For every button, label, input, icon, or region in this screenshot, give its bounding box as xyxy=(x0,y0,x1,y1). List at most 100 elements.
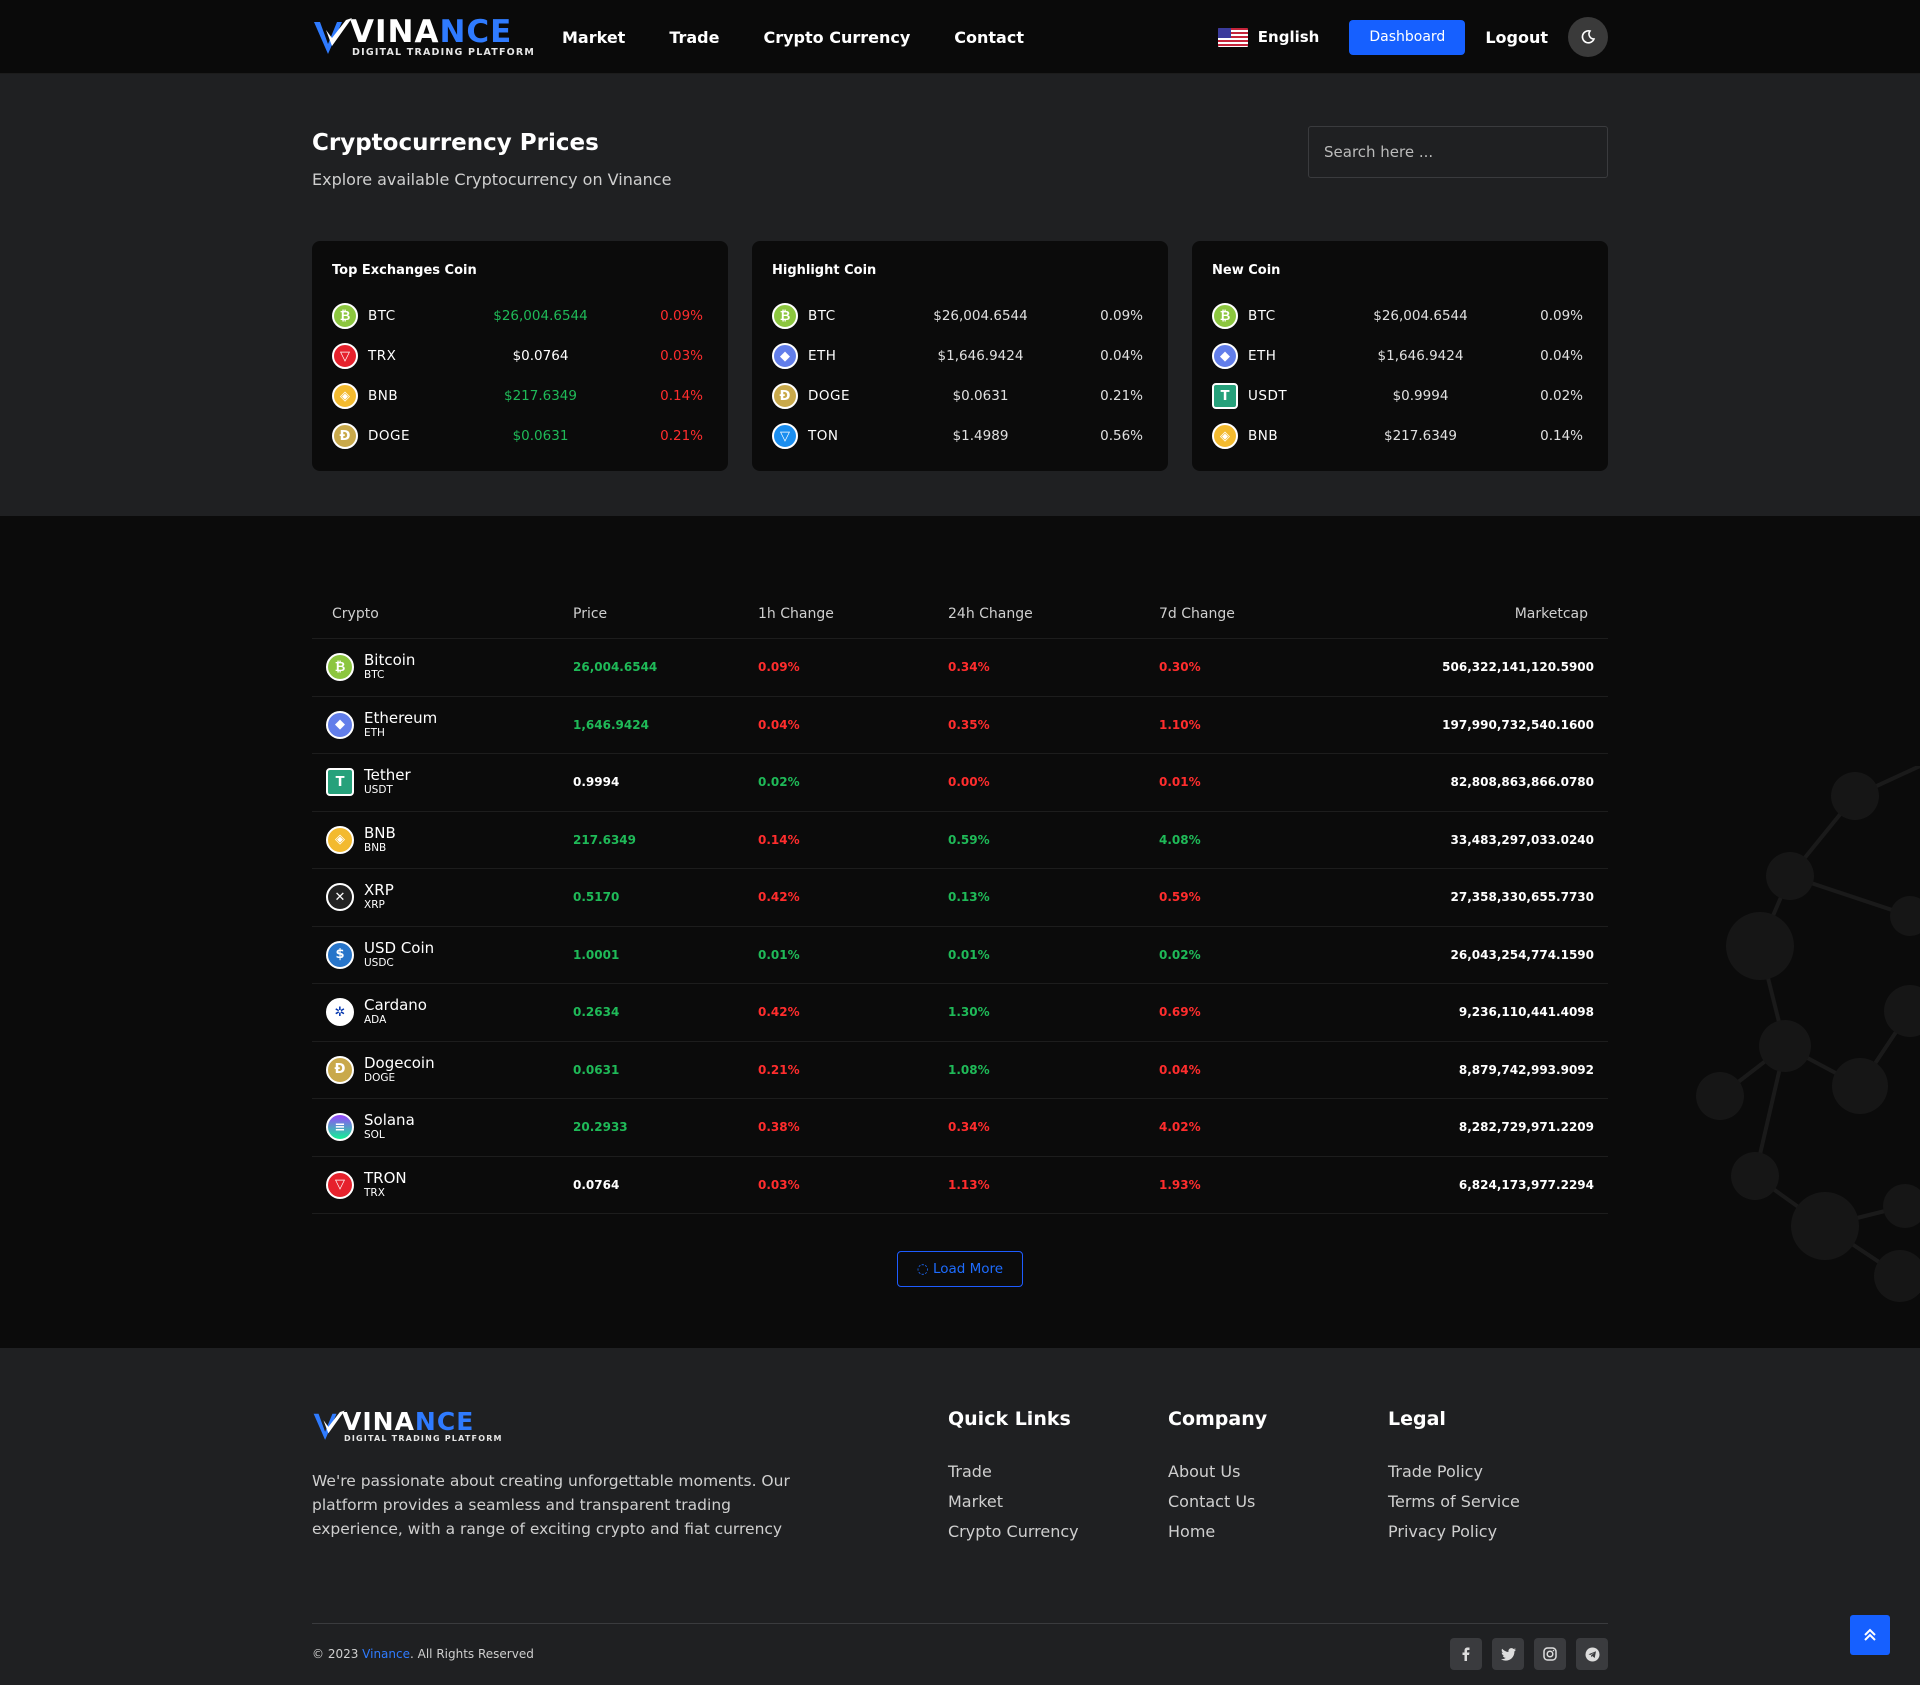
load-more-label: Load More xyxy=(932,1261,1004,1277)
coin-name: USD Coin xyxy=(364,938,435,957)
row-marketcap: 6,824,173,977.2294 xyxy=(1458,1177,1594,1192)
btc-coin-icon: ₿ xyxy=(772,303,798,329)
coin-symbol: BTC xyxy=(1248,308,1276,324)
bnb-coin-icon: ◈ xyxy=(332,383,358,409)
footer-column-title: Legal xyxy=(1388,1408,1446,1430)
load-more-button[interactable]: ◌ Load More xyxy=(896,1251,1024,1287)
card-coin-row[interactable]: ₿ BTC $26,004.6544 0.09% xyxy=(1212,296,1583,336)
footer-link[interactable]: Terms of Service xyxy=(1388,1492,1608,1511)
footer-link[interactable]: Contact Us xyxy=(1168,1492,1388,1511)
row-7d-change: 0.59% xyxy=(1159,890,1201,905)
copyright-brand-link[interactable]: Vinance xyxy=(362,1647,410,1661)
table-row[interactable]: ▽ TRON TRX 0.0764 0.03% 1.13% 1.93% 6,82… xyxy=(312,1157,1608,1214)
theme-toggle-button[interactable] xyxy=(1568,17,1608,57)
table-row[interactable]: ◆ Ethereum ETH 1,646.9424 0.04% 0.35% 1.… xyxy=(312,697,1608,754)
coin-change: 0.09% xyxy=(1540,308,1583,324)
logout-link[interactable]: Logout xyxy=(1485,28,1548,47)
facebook-icon xyxy=(1462,1647,1470,1661)
copyright-prefix: © 2023 xyxy=(312,1647,363,1661)
coin-symbol: ETH xyxy=(1248,348,1277,364)
card-coin-row[interactable]: ◆ ETH $1,646.9424 0.04% xyxy=(772,336,1143,376)
coin-change: 0.03% xyxy=(660,348,703,364)
footer: VINANCE DIGITAL TRADING PLATFORM We're p… xyxy=(0,1348,1920,1685)
coin-abbr: DOGE xyxy=(364,1071,396,1084)
nav-contact[interactable]: Contact xyxy=(954,28,1024,47)
top-navbar: VINANCE DIGITAL TRADING PLATFORM Market … xyxy=(0,0,1920,74)
footer-link[interactable]: About Us xyxy=(1168,1462,1388,1481)
coin-name: TRON xyxy=(364,1168,407,1187)
instagram-icon xyxy=(1543,1647,1557,1661)
double-chevron-up-icon xyxy=(1864,1628,1876,1641)
nav-trade[interactable]: Trade xyxy=(669,28,719,47)
row-marketcap: 8,282,729,971.2209 xyxy=(1458,1120,1594,1135)
row-1h-change: 0.01% xyxy=(758,947,800,962)
footer-link[interactable]: Privacy Policy xyxy=(1388,1522,1608,1541)
row-price: 0.5170 xyxy=(573,890,620,905)
card-coin-row[interactable]: Ð DOGE $0.0631 0.21% xyxy=(772,376,1143,416)
twitter-link[interactable] xyxy=(1492,1638,1524,1670)
table-row[interactable]: T Tether USDT 0.9994 0.02% 0.00% 0.01% 8… xyxy=(312,754,1608,812)
page-title: Cryptocurrency Prices xyxy=(312,130,599,156)
footer-column-title: Quick Links xyxy=(948,1408,1071,1430)
coin-price: $0.0631 xyxy=(952,388,1009,404)
footer-link[interactable]: Home xyxy=(1168,1522,1388,1541)
row-price: 0.0764 xyxy=(573,1177,620,1192)
telegram-link[interactable] xyxy=(1576,1638,1608,1670)
table-row[interactable]: ✕ XRP XRP 0.5170 0.42% 0.13% 0.59% 27,35… xyxy=(312,869,1608,927)
coin-symbol: TON xyxy=(808,428,839,444)
row-1h-change: 0.14% xyxy=(758,832,800,847)
footer-link[interactable]: Crypto Currency xyxy=(948,1522,1168,1541)
coin-symbol: USDT xyxy=(1248,388,1288,404)
footer-link[interactable]: Trade Policy xyxy=(1388,1462,1608,1481)
coin-card: Top Exchanges Coin ₿ BTC $26,004.6544 0.… xyxy=(312,241,728,471)
card-coin-row[interactable]: ▽ TON $1.4989 0.56% xyxy=(772,416,1143,456)
card-coin-row[interactable]: T USDT $0.9994 0.02% xyxy=(1212,376,1583,416)
brand-logo[interactable]: VINANCE DIGITAL TRADING PLATFORM xyxy=(312,16,562,58)
footer-link[interactable]: Trade xyxy=(948,1462,1168,1481)
row-price: 1.0001 xyxy=(573,947,620,962)
doge-coin-icon: Ð xyxy=(326,1055,354,1084)
scroll-to-top-button[interactable] xyxy=(1850,1615,1890,1655)
facebook-link[interactable] xyxy=(1450,1638,1482,1670)
card-coin-row[interactable]: ◈ BNB $217.6349 0.14% xyxy=(332,376,703,416)
table-row[interactable]: ≡ Solana SOL 20.2933 0.38% 0.34% 4.02% 8… xyxy=(312,1099,1608,1157)
card-coin-row[interactable]: ▽ TRX $0.0764 0.03% xyxy=(332,336,703,376)
row-24h-change: 0.34% xyxy=(948,1120,990,1135)
footer-logo[interactable]: VINANCE DIGITAL TRADING PLATFORM xyxy=(312,1408,562,1444)
coin-symbol: BNB xyxy=(1248,428,1279,444)
table-row[interactable]: ◈ BNB BNB 217.6349 0.14% 0.59% 4.08% 33,… xyxy=(312,812,1608,869)
coin-change: 0.14% xyxy=(660,388,703,404)
coin-abbr: USDT xyxy=(364,784,393,797)
card-coin-row[interactable]: ◈ BNB $217.6349 0.14% xyxy=(1212,416,1583,456)
instagram-link[interactable] xyxy=(1534,1638,1566,1670)
row-1h-change: 0.42% xyxy=(758,890,800,905)
molecule-decoration-icon xyxy=(1696,766,1920,1302)
btc-coin-icon: ₿ xyxy=(1212,303,1238,329)
table-row[interactable]: Ð Dogecoin DOGE 0.0631 0.21% 1.08% 0.04%… xyxy=(312,1042,1608,1099)
doge-coin-icon: Ð xyxy=(332,423,358,449)
card-coin-row[interactable]: ₿ BTC $26,004.6544 0.09% xyxy=(772,296,1143,336)
row-1h-change: 0.21% xyxy=(758,1062,800,1077)
card-coin-row[interactable]: ◆ ETH $1,646.9424 0.04% xyxy=(1212,336,1583,376)
row-price: 26,004.6544 xyxy=(573,660,658,675)
table-row[interactable]: $ USD Coin USDC 1.0001 0.01% 0.01% 0.02%… xyxy=(312,927,1608,984)
nav-market[interactable]: Market xyxy=(562,28,625,47)
row-marketcap: 33,483,297,033.0240 xyxy=(1450,832,1594,847)
table-row[interactable]: ✲ Cardano ADA 0.2634 0.42% 1.30% 0.69% 9… xyxy=(312,984,1608,1042)
search-input[interactable] xyxy=(1308,126,1608,178)
row-marketcap: 26,043,254,774.1590 xyxy=(1450,947,1594,962)
language-selector[interactable]: English xyxy=(1217,27,1319,47)
th-crypto: Crypto xyxy=(332,605,379,622)
card-title: Highlight Coin xyxy=(772,263,877,278)
coin-price: $1,646.9424 xyxy=(1377,348,1464,364)
sol-coin-icon: ≡ xyxy=(326,1113,354,1142)
row-price: 0.9994 xyxy=(573,775,620,790)
hero-section: Cryptocurrency Prices Explore available … xyxy=(0,74,1920,516)
table-row[interactable]: ₿ Bitcoin BTC 26,004.6544 0.09% 0.34% 0.… xyxy=(312,639,1608,697)
card-coin-row[interactable]: ₿ BTC $26,004.6544 0.09% xyxy=(332,296,703,336)
coin-price: $26,004.6544 xyxy=(493,308,588,324)
footer-link[interactable]: Market xyxy=(948,1492,1168,1511)
card-coin-row[interactable]: Ð DOGE $0.0631 0.21% xyxy=(332,416,703,456)
nav-crypto-currency[interactable]: Crypto Currency xyxy=(763,28,910,47)
dashboard-button[interactable]: Dashboard xyxy=(1349,19,1466,55)
